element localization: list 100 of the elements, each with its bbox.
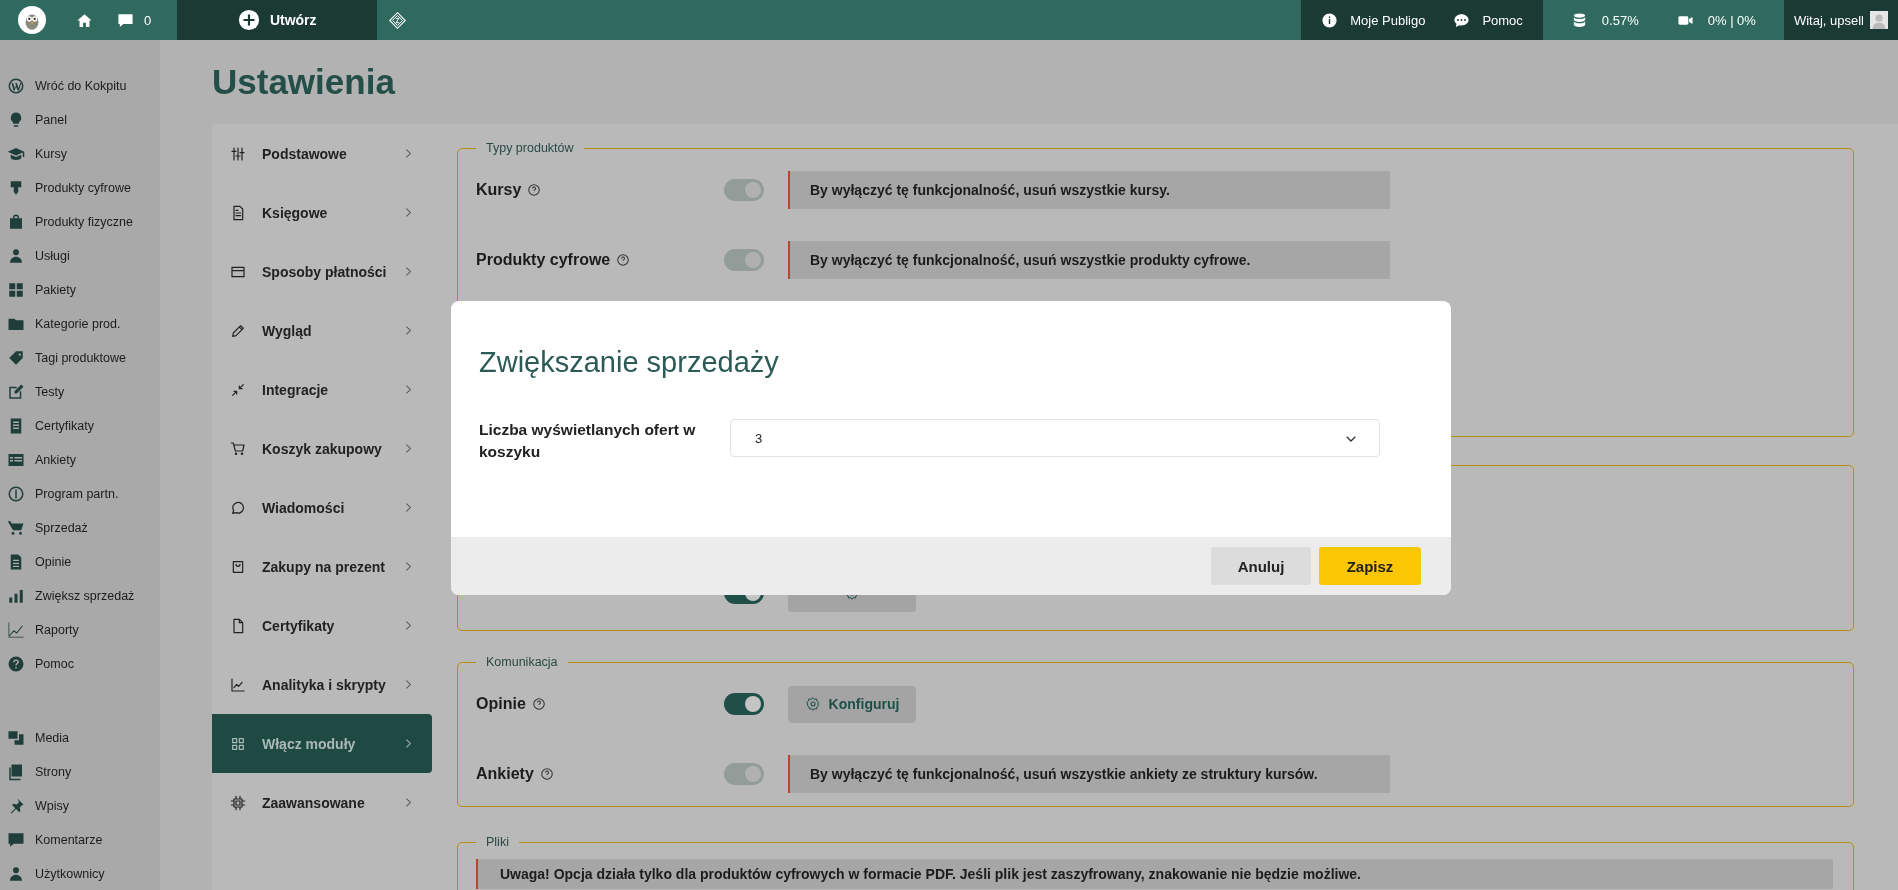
sliders-icon <box>230 145 246 162</box>
chevron-right-icon <box>404 620 412 631</box>
sidebar-item[interactable]: Użytkownicy <box>0 857 160 890</box>
bar-chart-icon <box>7 587 25 605</box>
sidebar-item[interactable]: Pakiety <box>0 273 160 307</box>
arrows-icon <box>230 381 246 398</box>
settings-tab[interactable]: Analityka i skrypty <box>212 655 432 714</box>
settings-tab[interactable]: Zakupy na prezent <box>212 537 432 596</box>
sidebar-item[interactable]: Raporty <box>0 613 160 647</box>
sidebar-item[interactable]: Pomoc <box>0 647 160 681</box>
page-title: Ustawienia <box>212 62 397 103</box>
help-icon <box>7 655 25 673</box>
configure-button[interactable]: Konfiguruj <box>788 685 916 723</box>
sidebar-item[interactable]: Sprzedaż <box>0 511 160 545</box>
module-label: Opinie <box>476 695 526 713</box>
cancel-button[interactable]: Anuluj <box>1211 547 1311 585</box>
settings-tab[interactable]: Certyfikaty <box>212 596 432 655</box>
settings-tab[interactable]: Włącz moduły <box>212 714 432 773</box>
chip-icon <box>230 794 246 811</box>
sidebar-item[interactable]: Wróć do Kokpitu <box>0 69 160 103</box>
diamond-logo-icon[interactable] <box>389 11 407 29</box>
offers-count-select[interactable]: 3 <box>730 419 1380 457</box>
cart-icon <box>230 440 246 457</box>
group-legend: Pliki <box>476 835 519 849</box>
shopping-bag-icon <box>7 213 25 231</box>
sidebar-item[interactable]: Ankiety <box>0 443 160 477</box>
field-label: Liczba wyświetlanych ofert w koszyku <box>479 420 697 463</box>
chevron-right-icon <box>404 443 412 454</box>
sidebar-item[interactable]: Tagi produktowe <box>0 341 160 375</box>
settings-tab[interactable]: Koszyk zakupowy <box>212 419 432 478</box>
toggle-switch[interactable] <box>724 693 764 715</box>
info-icon <box>1321 11 1339 29</box>
topbar-link[interactable]: Moje Publigo <box>1321 11 1426 29</box>
sidebar-item[interactable]: Testy <box>0 375 160 409</box>
help-icon[interactable] <box>531 697 546 711</box>
sidebar-item[interactable]: Panel <box>0 103 160 137</box>
home-icon[interactable] <box>76 11 93 29</box>
group-legend: Typy produktów <box>476 141 584 155</box>
sidebar-item[interactable]: Certyfikaty <box>0 409 160 443</box>
circle-logo-icon <box>7 77 25 95</box>
coin-icon <box>7 485 25 503</box>
chevron-right-icon <box>404 502 412 513</box>
chevron-right-icon <box>404 738 412 749</box>
settings-tab[interactable]: Integracje <box>212 360 432 419</box>
settings-tab[interactable]: Podstawowe <box>212 124 432 183</box>
settings-tab[interactable]: Sposoby płatności <box>212 242 432 301</box>
greeting: Witaj, upsell <box>1793 12 1864 28</box>
topbar-link[interactable]: Pomoc <box>1453 11 1523 29</box>
sidebar-item[interactable]: Kategorie prod. <box>0 307 160 341</box>
chevron-right-icon <box>404 325 412 336</box>
chevron-right-icon <box>404 207 412 218</box>
chevron-right-icon <box>404 561 412 572</box>
chevron-right-icon <box>404 266 412 277</box>
sidebar-item[interactable]: Komentarze <box>0 823 160 857</box>
sidebar-item[interactable]: Media <box>0 721 160 755</box>
file-icon <box>230 617 246 634</box>
grid-icon <box>230 735 246 752</box>
sidebar-item[interactable]: Produkty fizyczne <box>0 205 160 239</box>
comments-count: 0 <box>144 12 152 28</box>
module-label: Produkty cyfrowe <box>476 251 611 269</box>
pages-icon <box>7 763 25 781</box>
module-label: Ankiety <box>476 765 534 783</box>
owl-logo-icon[interactable] <box>18 6 46 34</box>
help-icon[interactable] <box>527 183 542 197</box>
edit-icon <box>7 383 25 401</box>
sidebar-item[interactable]: Produkty cyfrowe <box>0 171 160 205</box>
sidebar-item[interactable]: Wpisy <box>0 789 160 823</box>
user-menu[interactable]: Witaj, upsell <box>1783 0 1898 40</box>
speech-bubble-icon <box>7 831 25 849</box>
video-usage: 0% | 0% <box>1707 12 1756 28</box>
chevron-right-icon <box>404 797 412 808</box>
settings-tab[interactable]: Zaawansowane <box>212 773 432 832</box>
sidebar-item[interactable]: Program partn. <box>0 477 160 511</box>
chevron-right-icon <box>404 384 412 395</box>
plus-icon <box>237 9 260 31</box>
document-icon <box>230 204 246 221</box>
settings-tab[interactable]: Wiadomości <box>212 478 432 537</box>
bag-icon <box>230 558 246 575</box>
comments-link[interactable]: 0 <box>105 0 178 40</box>
sidebar-item[interactable]: Zwiększ sprzedaż <box>0 579 160 613</box>
warning-message: Uwaga! Opcja działa tylko dla produktów cyfrowych w formacie PDF. Jeśli plik jest zaszyfrowany, znakowanie nie będzie możliwe. <box>476 859 1833 889</box>
sidebar-item[interactable]: Usługi <box>0 239 160 273</box>
tag-icon <box>7 349 25 367</box>
line-chart-icon <box>230 676 246 693</box>
info-notice: By wyłączyć tę funkcjonalność, usuń wszystkie produkty cyfrowe. <box>788 241 1390 279</box>
settings-tab[interactable]: Wygląd <box>212 301 432 360</box>
person-icon <box>7 865 25 883</box>
chat-bubble-icon <box>230 499 246 516</box>
grid-icon <box>7 281 25 299</box>
sidebar-item[interactable]: Strony <box>0 755 160 789</box>
sidebar-item[interactable]: Kursy <box>0 137 160 171</box>
create-button[interactable]: Utwórz <box>177 0 378 40</box>
media-icon <box>7 729 25 747</box>
help-icon[interactable] <box>539 767 554 781</box>
save-button[interactable]: Zapisz <box>1319 547 1421 585</box>
help-icon[interactable] <box>616 253 631 267</box>
settings-tab[interactable]: Księgowe <box>212 183 432 242</box>
sidebar-item[interactable]: Opinie <box>0 545 160 579</box>
chevron-right-icon <box>404 148 412 159</box>
pencil-icon <box>230 322 246 339</box>
